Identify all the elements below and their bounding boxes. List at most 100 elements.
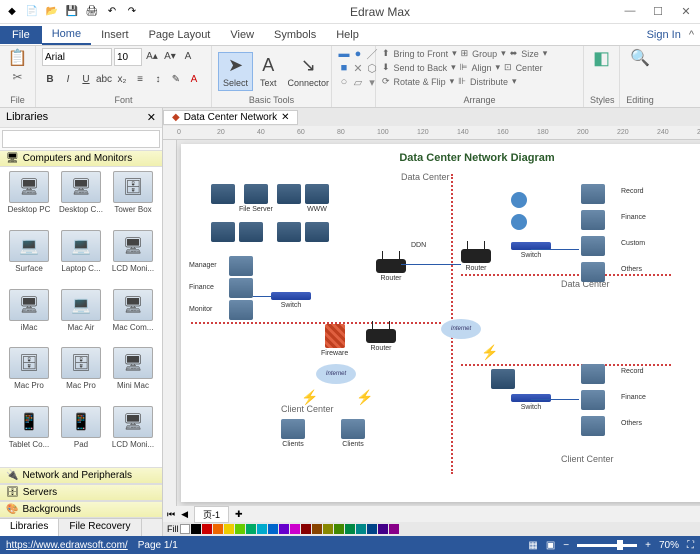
color-swatch[interactable] <box>334 524 344 534</box>
color-swatch[interactable] <box>268 524 278 534</box>
view-mode-icon[interactable]: ▣ <box>546 540 555 551</box>
node-switch-left[interactable]: Switch <box>271 292 311 309</box>
tab-file-recovery[interactable]: File Recovery <box>59 519 141 536</box>
color-swatch[interactable] <box>356 524 366 534</box>
category-computers[interactable]: 🖥 Computers and Monitors <box>0 150 162 167</box>
shapes-gallery[interactable]: ▬ ● ／ ■ ✕ ⬡ ○ ▱ ▾ <box>338 48 369 88</box>
send-back-icon[interactable]: ⬇ <box>382 62 390 73</box>
shape-item[interactable]: 🖥Mini Mac <box>108 347 158 404</box>
color-swatch[interactable] <box>290 524 300 534</box>
node-internet-2[interactable]: Internet <box>316 364 356 384</box>
page-tab-1[interactable]: 页-1 <box>194 506 229 523</box>
zoom-in-icon[interactable]: + <box>645 540 651 551</box>
node-server[interactable] <box>277 184 301 206</box>
shape-item[interactable]: 🖥LCD Moni... <box>108 406 158 463</box>
shape-item[interactable]: 💻Surface <box>4 230 54 287</box>
maximize-button[interactable]: ☐ <box>648 5 668 18</box>
rotate-label[interactable]: Rotate & Flip <box>394 77 446 87</box>
zoom-slider[interactable] <box>577 544 637 547</box>
clipboard-icon[interactable]: ✂ <box>12 70 22 84</box>
font-size-select[interactable] <box>114 48 142 66</box>
bring-front-icon[interactable]: ⬆ <box>382 48 390 59</box>
text-tool[interactable]: A Text <box>256 53 281 90</box>
center-icon[interactable]: ⊡ <box>504 62 512 73</box>
color-swatch[interactable] <box>279 524 289 534</box>
distribute-icon[interactable]: ⊪ <box>458 76 466 87</box>
color-swatch[interactable] <box>367 524 377 534</box>
decrease-font-icon[interactable]: A▾ <box>162 48 178 64</box>
align-label[interactable]: Align <box>471 63 491 73</box>
node-monitor[interactable]: Monitor <box>189 306 212 313</box>
user-icon[interactable] <box>511 214 527 230</box>
group-label[interactable]: Group <box>472 49 497 59</box>
page-nav-first[interactable]: ⏮ <box>167 509 175 520</box>
styles-icon[interactable]: ◧ <box>593 48 610 69</box>
color-swatch[interactable] <box>246 524 256 534</box>
color-swatch[interactable] <box>345 524 355 534</box>
node-switch-right-top[interactable]: Switch <box>511 242 551 259</box>
connector-tool[interactable]: ↘ Connector <box>284 53 334 90</box>
node-router-1[interactable]: Router <box>376 259 406 282</box>
tab-libraries[interactable]: Libraries <box>0 519 59 536</box>
font-color-button[interactable]: A <box>186 71 202 87</box>
line-spacing-button[interactable]: ↕ <box>150 71 166 87</box>
paste-icon[interactable]: 📋 <box>8 48 28 68</box>
shape-item[interactable]: 📱Tablet Co... <box>4 406 54 463</box>
close-button[interactable]: ✕ <box>676 5 696 18</box>
shape-item[interactable]: 🗄Tower Box <box>108 171 158 228</box>
doc-tab-close-icon[interactable]: ✕ <box>281 112 289 123</box>
redo-icon[interactable]: ↷ <box>124 4 140 20</box>
user-icon[interactable] <box>511 192 527 208</box>
highlight-button[interactable]: ✎ <box>168 71 184 87</box>
canvas[interactable]: Data Center Network Diagram Data Center … <box>181 144 700 502</box>
align-icon[interactable]: ⊫ <box>460 62 468 73</box>
shape-item[interactable]: 🖥Mac Com... <box>108 289 158 346</box>
status-url[interactable]: https://www.edrawsoft.com/ <box>6 540 128 551</box>
tab-view[interactable]: View <box>220 26 264 44</box>
document-tab[interactable]: ◆ Data Center Network ✕ <box>163 110 298 125</box>
color-swatch[interactable] <box>312 524 322 534</box>
styles-label[interactable]: Styles <box>590 94 613 105</box>
node-www[interactable]: WWW <box>305 184 329 213</box>
node-server[interactable] <box>239 222 263 244</box>
node-fireware[interactable]: Fireware <box>321 324 348 357</box>
undo-icon[interactable]: ↶ <box>104 4 120 20</box>
zoom-out-icon[interactable]: − <box>563 540 569 551</box>
node-file-server[interactable]: File Server <box>239 184 273 213</box>
search-input[interactable] <box>2 130 160 148</box>
shape-item[interactable]: 🖥iMac <box>4 289 54 346</box>
sign-in-link[interactable]: Sign In <box>647 29 681 41</box>
node-finance-left[interactable]: Finance <box>189 284 214 291</box>
file-menu[interactable]: File <box>0 26 42 44</box>
node-monitor-device[interactable] <box>229 278 253 300</box>
color-swatch[interactable] <box>224 524 234 534</box>
node-monitor-r[interactable] <box>581 262 605 284</box>
shape-item[interactable]: 🖥LCD Moni... <box>108 230 158 287</box>
tab-symbols[interactable]: Symbols <box>264 26 326 44</box>
color-swatch[interactable] <box>202 524 212 534</box>
new-icon[interactable]: 📄 <box>24 4 40 20</box>
node-server-bot[interactable] <box>491 369 515 391</box>
tab-help[interactable]: Help <box>326 26 369 44</box>
shape-item[interactable]: 🖥Desktop C... <box>56 171 106 228</box>
node-monitor-b[interactable] <box>581 364 605 386</box>
italic-button[interactable]: I <box>60 71 76 87</box>
sidebar-close-icon[interactable]: ✕ <box>147 111 156 124</box>
shape-item[interactable]: 📱Pad <box>56 406 106 463</box>
bold-button[interactable]: B <box>42 71 58 87</box>
category-backgrounds[interactable]: 🎨Backgrounds <box>0 501 162 518</box>
center-label[interactable]: Center <box>516 63 543 73</box>
minimize-button[interactable]: — <box>620 5 640 18</box>
shape-item[interactable]: 🗄Mac Pro <box>4 347 54 404</box>
shape-item[interactable]: 🖥Desktop PC <box>4 171 54 228</box>
print-icon[interactable]: 🖨 <box>84 4 100 20</box>
bullets-button[interactable]: ≡ <box>132 71 148 87</box>
category-servers[interactable]: 🗄Servers <box>0 484 162 501</box>
size-label[interactable]: Size <box>521 49 539 59</box>
node-switch-right-bot[interactable]: Switch <box>511 394 551 411</box>
increase-font-icon[interactable]: A▴ <box>144 48 160 64</box>
ribbon-collapse-icon[interactable]: ^ <box>689 29 694 41</box>
find-icon[interactable]: 🔍 <box>630 48 650 68</box>
tab-home[interactable]: Home <box>42 25 91 45</box>
color-swatch[interactable] <box>213 524 223 534</box>
